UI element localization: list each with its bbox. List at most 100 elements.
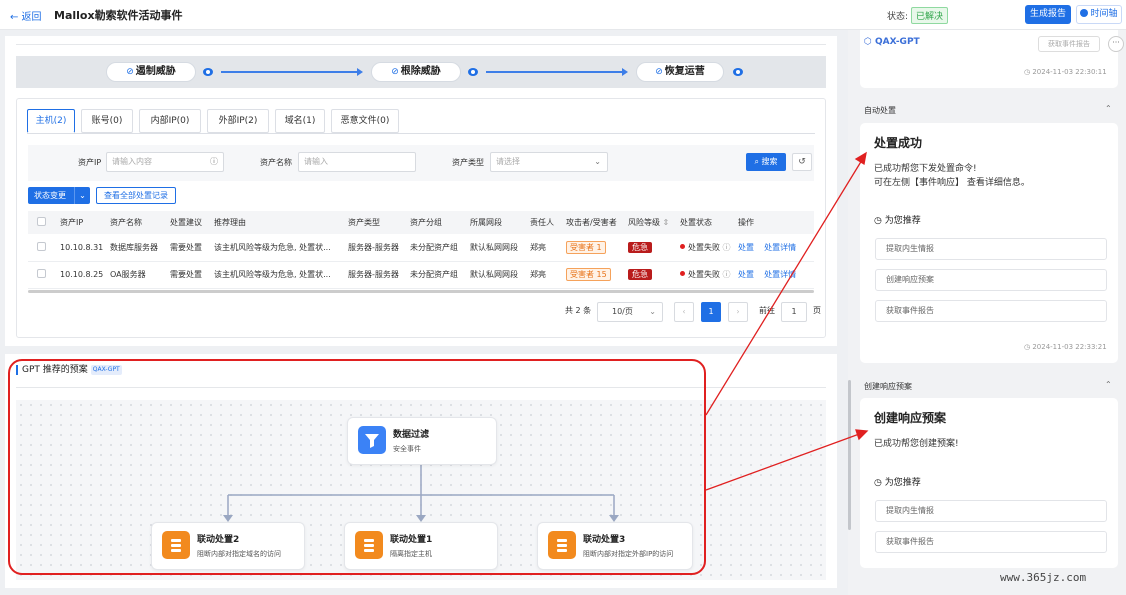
- horizontal-scrollbar[interactable]: [28, 290, 814, 293]
- tab-internal-ip[interactable]: 内部IP(0): [139, 109, 201, 133]
- highlight-box: [8, 359, 706, 575]
- refresh-icon: ↺: [798, 157, 806, 167]
- chevron-down-icon[interactable]: ⌄: [74, 187, 90, 204]
- stage-eradicate[interactable]: ⊘ 根除威胁: [371, 62, 461, 82]
- column-header[interactable]: 资产类型: [344, 211, 406, 234]
- stage-recover[interactable]: ⊘ 恢复运营: [636, 62, 724, 82]
- state-text: 处置失败: [688, 242, 720, 252]
- state-text: 处置失败: [688, 270, 720, 279]
- page-unit-label: 页: [813, 306, 821, 315]
- tab-host[interactable]: 主机(2): [27, 109, 75, 133]
- goto-page-input[interactable]: 1: [781, 302, 807, 322]
- victim-badge: 受害者 1: [566, 240, 606, 254]
- recommend-heading-text: 为您推荐: [884, 216, 921, 226]
- asset-ip-input[interactable]: 请输入内容 ⓘ: [106, 152, 224, 172]
- info-icon[interactable]: ⓘ: [723, 243, 731, 252]
- fetch-report-button[interactable]: 获取事件报告: [1038, 36, 1100, 52]
- row-select-cell: [28, 261, 56, 289]
- column-header[interactable]: 处置建议: [166, 211, 210, 234]
- rec-fetch-report-button[interactable]: 获取事件报告: [875, 300, 1107, 322]
- column-header[interactable]: 责任人: [526, 211, 562, 234]
- column-header[interactable]: 推荐理由: [210, 211, 344, 234]
- column-header[interactable]: 处置状态: [676, 211, 734, 234]
- state-cell: 处置失败 ⓘ: [676, 261, 734, 289]
- search-button[interactable]: ⌕ 搜索: [746, 153, 786, 171]
- page-number-current[interactable]: 1: [701, 302, 721, 322]
- dispose-link[interactable]: 处置: [738, 243, 754, 252]
- goto-label: 前往: [759, 306, 775, 315]
- table-row[interactable]: 10.10.8.25 OA服务器 需要处置 该主机风险等级为危急, 处置状...…: [28, 261, 814, 289]
- back-link[interactable]: ← 返回: [10, 8, 42, 23]
- column-header[interactable]: 资产名称: [106, 211, 166, 234]
- column-header[interactable]: 风险等级 ⇕: [624, 211, 676, 234]
- card-message: 已成功帮您下发处置命令!: [874, 164, 977, 174]
- asset-name-input[interactable]: 请输入: [298, 152, 416, 172]
- reason: 该主机风险等级为危急, 处置状...: [210, 261, 344, 289]
- column-header[interactable]: 资产分组: [406, 211, 466, 234]
- dispose-detail-link[interactable]: 处置详情: [764, 270, 796, 279]
- column-header[interactable]: 攻击者/受害者: [562, 211, 624, 234]
- next-page-button[interactable]: ›: [728, 302, 748, 322]
- tab-divider: [27, 133, 815, 134]
- table-row[interactable]: 10.10.8.31 数据库服务器 需要处置 该主机风险等级为危急, 处置状..…: [28, 234, 814, 262]
- tab-malware-file[interactable]: 恶意文件(0): [331, 109, 399, 133]
- generate-report-button[interactable]: 生成报告: [1025, 5, 1071, 24]
- tab-domain[interactable]: 域名(1): [275, 109, 325, 133]
- asset-name-link[interactable]: 数据库服务器: [106, 234, 166, 262]
- owner: 郑亮: [526, 261, 562, 289]
- filter-bar: 资产IP 请输入内容 ⓘ 资产名称 请输入 资产类型 请选择 ⌄ ⌕ 搜索 ↺: [28, 145, 814, 181]
- eye-icon[interactable]: [468, 68, 478, 76]
- more-icon[interactable]: ···: [1108, 36, 1124, 52]
- column-header[interactable]: 资产IP: [56, 211, 106, 234]
- asset-tabs-box: 主机(2) 账号(0) 内部IP(0) 外部IP(2) 域名(1) 恶意文件(0…: [16, 98, 826, 338]
- asset-type: 服务器-服务器: [344, 261, 406, 289]
- rec-create-plan-button[interactable]: 创建响应预案: [875, 269, 1107, 291]
- reset-button[interactable]: ↺: [792, 153, 812, 171]
- asset-type: 服务器-服务器: [344, 234, 406, 262]
- column-header: 操作: [734, 211, 814, 234]
- clock-icon: ◷: [874, 478, 885, 488]
- chevron-up-icon[interactable]: ⌃: [1105, 380, 1112, 389]
- page-size-select[interactable]: 10/页 ⌄: [597, 302, 663, 322]
- select-all-checkbox[interactable]: [37, 217, 46, 226]
- chevron-down-icon: ⌄: [594, 157, 601, 166]
- state-change-button[interactable]: 状态变更 ⌄: [28, 187, 90, 204]
- select-all-cell: [28, 211, 56, 234]
- stage-contain[interactable]: ⊘ 遏制威胁: [106, 62, 196, 82]
- sort-icon[interactable]: ⇕: [663, 218, 670, 227]
- column-header[interactable]: 所属网段: [466, 211, 526, 234]
- view-all-records-button[interactable]: 查看全部处置记录: [96, 187, 176, 204]
- asset-name-placeholder: 请输入: [304, 157, 328, 166]
- info-icon[interactable]: ⓘ: [723, 270, 731, 279]
- row-checkbox[interactable]: [37, 241, 46, 251]
- search-icon: ⌕: [754, 157, 762, 166]
- network-segment: 默认私网网段: [466, 234, 526, 262]
- rec-extract-intel-button[interactable]: 提取内生情报: [875, 500, 1107, 522]
- advice: 需要处置: [166, 261, 210, 289]
- tab-external-ip[interactable]: 外部IP(2): [207, 109, 269, 133]
- eye-icon[interactable]: [203, 68, 213, 76]
- timeline-button[interactable]: 时间轴: [1076, 5, 1122, 24]
- chevron-right-icon: ›: [736, 307, 740, 316]
- asset-type-select[interactable]: 请选择 ⌄: [490, 152, 608, 172]
- timeline-icon: [1080, 9, 1089, 17]
- recommend-heading-text: 为您推荐: [884, 478, 921, 488]
- asset-name-link[interactable]: OA服务器: [106, 261, 166, 289]
- timeline-label: 时间轴: [1090, 9, 1118, 19]
- dispose-link[interactable]: 处置: [738, 270, 754, 279]
- rec-fetch-report-button[interactable]: 获取事件报告: [875, 531, 1107, 553]
- asset-table: 资产IP 资产名称 处置建议 推荐理由 资产类型 资产分组 所属网段 责任人 攻…: [28, 211, 814, 289]
- prev-page-button[interactable]: ‹: [674, 302, 694, 322]
- eye-icon[interactable]: [733, 68, 743, 76]
- chevron-up-icon[interactable]: ⌃: [1105, 104, 1112, 113]
- card-message: 已成功帮您创建预案!: [874, 439, 959, 449]
- vertical-scrollbar[interactable]: [848, 380, 851, 530]
- dispose-detail-link[interactable]: 处置详情: [764, 243, 796, 252]
- row-checkbox[interactable]: [37, 269, 46, 278]
- tab-account[interactable]: 账号(0): [81, 109, 133, 133]
- status-badge: 已解决: [911, 7, 949, 24]
- check-circle-icon: ⊘: [391, 67, 399, 77]
- rec-extract-intel-button[interactable]: 提取内生情报: [875, 238, 1107, 260]
- risk-badge: 危急: [628, 241, 652, 253]
- page-title: Mallox勒索软件活动事件: [54, 9, 183, 22]
